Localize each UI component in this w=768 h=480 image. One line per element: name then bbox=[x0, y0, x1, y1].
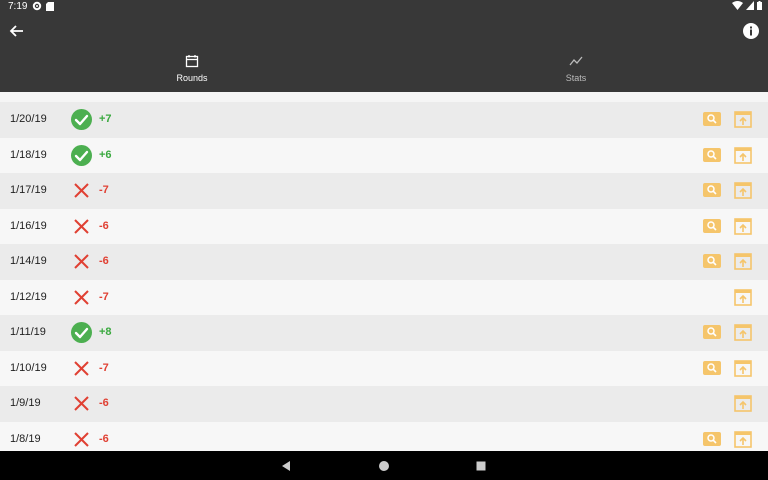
arrow-left-icon[interactable] bbox=[8, 22, 26, 40]
open-in-icon[interactable] bbox=[734, 288, 752, 306]
round-row[interactable]: 1/9/19 -6 bbox=[0, 386, 768, 422]
round-score: -6 bbox=[99, 397, 109, 409]
search-button[interactable] bbox=[703, 254, 721, 268]
signal-icon bbox=[746, 1, 754, 10]
round-date: 1/16/19 bbox=[10, 219, 47, 232]
rounds-list: 1/20/19 +7 1/18/19 +6 1/17/19 -7 1/16/19 -6 1/14… bbox=[0, 102, 768, 457]
cross-icon bbox=[74, 396, 89, 411]
magnifier-icon bbox=[707, 433, 717, 444]
cross-icon bbox=[74, 218, 89, 234]
round-row[interactable]: 1/11/19 +8 bbox=[0, 315, 768, 351]
battery-icon bbox=[757, 1, 762, 10]
round-score: +7 bbox=[99, 113, 112, 125]
tab-rounds-label: Rounds bbox=[176, 73, 208, 83]
open-in-icon[interactable] bbox=[734, 430, 752, 448]
magnifier-icon bbox=[707, 220, 717, 231]
cross-icon bbox=[74, 289, 89, 305]
info-icon[interactable] bbox=[742, 22, 760, 40]
round-score: -6 bbox=[99, 432, 109, 445]
cross-icon bbox=[74, 431, 89, 447]
trend-line-icon bbox=[569, 56, 583, 66]
cross-icon bbox=[74, 254, 89, 269]
cross-icon bbox=[74, 360, 89, 376]
round-row[interactable]: 1/20/19 +7 bbox=[0, 102, 768, 138]
magnifier-icon bbox=[707, 185, 717, 195]
magnifier-icon bbox=[707, 362, 717, 373]
search-button[interactable] bbox=[703, 218, 721, 233]
round-date: 1/20/19 bbox=[10, 113, 47, 125]
round-date: 1/8/19 bbox=[10, 432, 41, 445]
round-date: 1/14/19 bbox=[10, 255, 47, 267]
calendar-icon bbox=[185, 55, 199, 68]
open-in-icon[interactable] bbox=[734, 359, 752, 377]
search-button[interactable] bbox=[703, 325, 721, 339]
open-in-icon[interactable] bbox=[734, 217, 752, 235]
open-in-icon[interactable] bbox=[734, 111, 752, 128]
round-date: 1/11/19 bbox=[10, 326, 46, 338]
open-in-icon[interactable] bbox=[734, 253, 752, 270]
round-date: 1/9/19 bbox=[10, 397, 41, 409]
round-score: +8 bbox=[99, 326, 112, 338]
search-button[interactable] bbox=[703, 360, 721, 375]
open-in-icon[interactable] bbox=[734, 146, 752, 164]
round-row[interactable]: 1/12/19 -7 bbox=[0, 279, 768, 315]
check-circle-icon bbox=[71, 322, 92, 343]
status-indicators bbox=[732, 1, 762, 10]
search-button[interactable] bbox=[703, 147, 721, 162]
round-score: +6 bbox=[99, 148, 112, 161]
magnifier-icon bbox=[707, 149, 717, 160]
recents-square-icon[interactable] bbox=[474, 459, 488, 473]
round-row[interactable]: 1/18/19 +6 bbox=[0, 137, 768, 173]
tab-stats-label: Stats bbox=[565, 73, 587, 83]
open-in-icon[interactable] bbox=[734, 182, 752, 199]
back-triangle-icon[interactable] bbox=[279, 459, 293, 473]
status-bar: 7:19 bbox=[0, 0, 768, 14]
system-nav-bar bbox=[0, 451, 768, 480]
round-score: -7 bbox=[99, 290, 109, 303]
search-button[interactable] bbox=[703, 431, 721, 446]
magnifier-icon bbox=[707, 256, 717, 266]
status-time: 7:19 bbox=[8, 1, 28, 12]
tab-rounds[interactable]: Rounds bbox=[0, 52, 384, 92]
gear-icon bbox=[32, 1, 42, 11]
check-circle-icon bbox=[71, 109, 92, 130]
round-score: -6 bbox=[99, 255, 109, 267]
round-date: 1/12/19 bbox=[10, 290, 47, 303]
open-in-icon[interactable] bbox=[734, 324, 752, 341]
search-button[interactable] bbox=[703, 183, 721, 197]
cross-icon bbox=[74, 183, 89, 198]
round-row[interactable]: 1/16/19 -6 bbox=[0, 208, 768, 244]
home-circle-icon[interactable] bbox=[377, 459, 391, 473]
tab-stats[interactable]: Stats bbox=[384, 52, 768, 92]
round-date: 1/10/19 bbox=[10, 361, 47, 374]
round-row[interactable]: 1/14/19 -6 bbox=[0, 244, 768, 280]
round-date: 1/18/19 bbox=[10, 148, 47, 161]
round-row[interactable]: 1/10/19 -7 bbox=[0, 350, 768, 386]
round-date: 1/17/19 bbox=[10, 184, 47, 196]
magnifier-icon bbox=[707, 114, 717, 124]
app-bar: Rounds Stats bbox=[0, 14, 768, 106]
round-score: -7 bbox=[99, 184, 109, 196]
magnifier-icon bbox=[707, 327, 717, 337]
check-circle-icon bbox=[71, 144, 92, 166]
open-in-icon[interactable] bbox=[734, 395, 752, 412]
round-score: -6 bbox=[99, 219, 109, 232]
round-row[interactable]: 1/17/19 -7 bbox=[0, 173, 768, 209]
round-score: -7 bbox=[99, 361, 109, 374]
sd-card-icon bbox=[46, 2, 54, 11]
search-button[interactable] bbox=[703, 112, 721, 126]
wifi-icon bbox=[732, 1, 743, 10]
